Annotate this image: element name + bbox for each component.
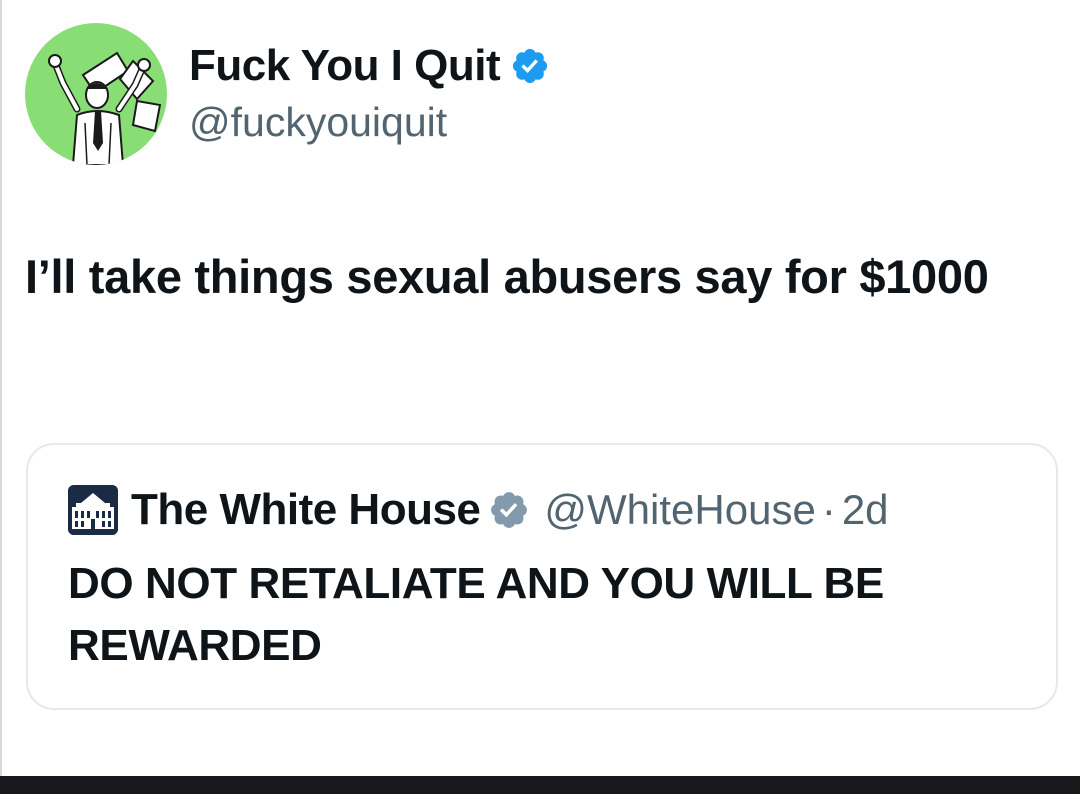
man-throwing-papers-avatar-icon [48, 51, 162, 165]
quoted-tweet-text: DO NOT RETALIATE AND YOU WILL BE REWARDE… [68, 559, 884, 670]
quoted-tweet-timestamp[interactable]: 2d [842, 486, 889, 534]
white-house-building-avatar-icon [68, 485, 118, 535]
tweet-header: Fuck You I Quit @fuckyouiquit [25, 23, 550, 165]
separator-dot: · [821, 486, 836, 533]
tweet-screenshot: Fuck You I Quit @fuckyouiquit I’ll take … [0, 0, 1080, 776]
quoted-author-handle[interactable]: @WhiteHouse [544, 486, 815, 534]
verified-badge-icon [513, 48, 548, 84]
avatar[interactable] [25, 23, 167, 165]
author-display-name[interactable]: Fuck You I Quit [189, 41, 501, 91]
display-name-row: Fuck You I Quit [189, 41, 550, 91]
quoted-tweet-card[interactable]: The White House @WhiteHouse · 2d DO NOT … [26, 443, 1058, 710]
quoted-tweet-header: The White House @WhiteHouse · 2d [68, 485, 889, 535]
bottom-bar [0, 776, 1080, 794]
author-handle[interactable]: @fuckyouiquit [189, 97, 550, 147]
author-names: Fuck You I Quit @fuckyouiquit [189, 41, 550, 147]
quoted-avatar[interactable] [68, 485, 118, 535]
tweet-text: I’ll take things sexual abusers say for … [25, 250, 989, 303]
gray-verified-badge-icon [491, 492, 528, 528]
quoted-author-display-name[interactable]: The White House [131, 485, 481, 535]
